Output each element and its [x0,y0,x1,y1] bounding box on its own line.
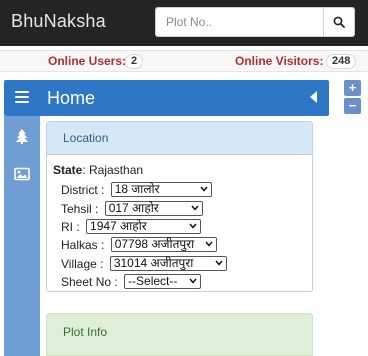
chevron-down-icon [189,278,197,284]
plot-search-input[interactable] [156,8,324,36]
district-label: District : [61,182,105,197]
sheet-no-select[interactable]: --Select-- [124,274,202,290]
village-row: Village : 31014 अजीतपुरा [61,256,227,272]
district-row: District : 18 जालोर [61,182,212,198]
ri-row: RI : 1947 आहोर [61,219,202,235]
online-visitors-count: 248 [326,54,357,69]
search-button[interactable] [323,8,354,36]
ri-label: RI : [61,219,80,234]
plot-info-title[interactable]: Plot Info [47,314,312,339]
plot-info-panel: Plot Info [46,313,313,356]
online-visitors-label: Online Visitors: [235,54,324,68]
sheet-no-row: Sheet No : --Select-- [61,274,202,290]
online-users-count: 2 [125,54,144,69]
halkas-row: Halkas : 07798 अजीतपुरा [61,237,217,253]
state-line: State: Rajasthan [53,163,144,177]
panel-title: Home [47,88,96,108]
chevron-down-icon [215,260,223,266]
location-panel-title[interactable]: Location [47,122,312,155]
image-icon[interactable] [14,166,30,182]
tehsil-select[interactable]: 017 आहोर [104,201,203,217]
online-stats-bar: Online Users: 2 Online Visitors: 248 [0,50,368,72]
plot-search-box [155,7,355,37]
hamburger-menu-icon[interactable] [15,91,29,103]
chevron-down-icon [205,241,213,247]
village-select[interactable]: 31014 अजीतपुरा [109,256,227,272]
chevron-down-icon [200,186,208,192]
chevron-down-icon [189,223,197,229]
top-header: BhuNaksha [0,0,368,46]
village-label: Village : [61,256,104,271]
sheet-no-label: Sheet No : [61,274,118,289]
search-icon [333,16,345,28]
side-icon-rail [4,116,40,356]
zoom-out-button[interactable]: − [344,98,361,114]
district-select[interactable]: 18 जालोर [110,182,212,198]
ri-select[interactable]: 1947 आहोर [86,219,202,235]
halkas-select[interactable]: 07798 अजीतपुरा [110,237,217,253]
collapse-panel-icon[interactable] [310,91,317,103]
brand-logo-text[interactable]: BhuNaksha [11,11,106,32]
tehsil-row: Tehsil : 017 आहोर [61,201,203,217]
state-label: State [53,163,83,177]
zoom-in-button[interactable]: + [344,80,361,96]
state-value: Rajasthan [89,163,144,177]
home-panel-header: Home [4,80,329,116]
tehsil-label: Tehsil : [61,201,99,216]
location-panel: Location State: Rajasthan District : 18 … [46,121,313,292]
online-users-label: Online Users: [48,54,127,68]
tree-icon[interactable] [14,128,30,144]
chevron-down-icon [191,205,199,211]
halkas-label: Halkas : [61,237,105,252]
